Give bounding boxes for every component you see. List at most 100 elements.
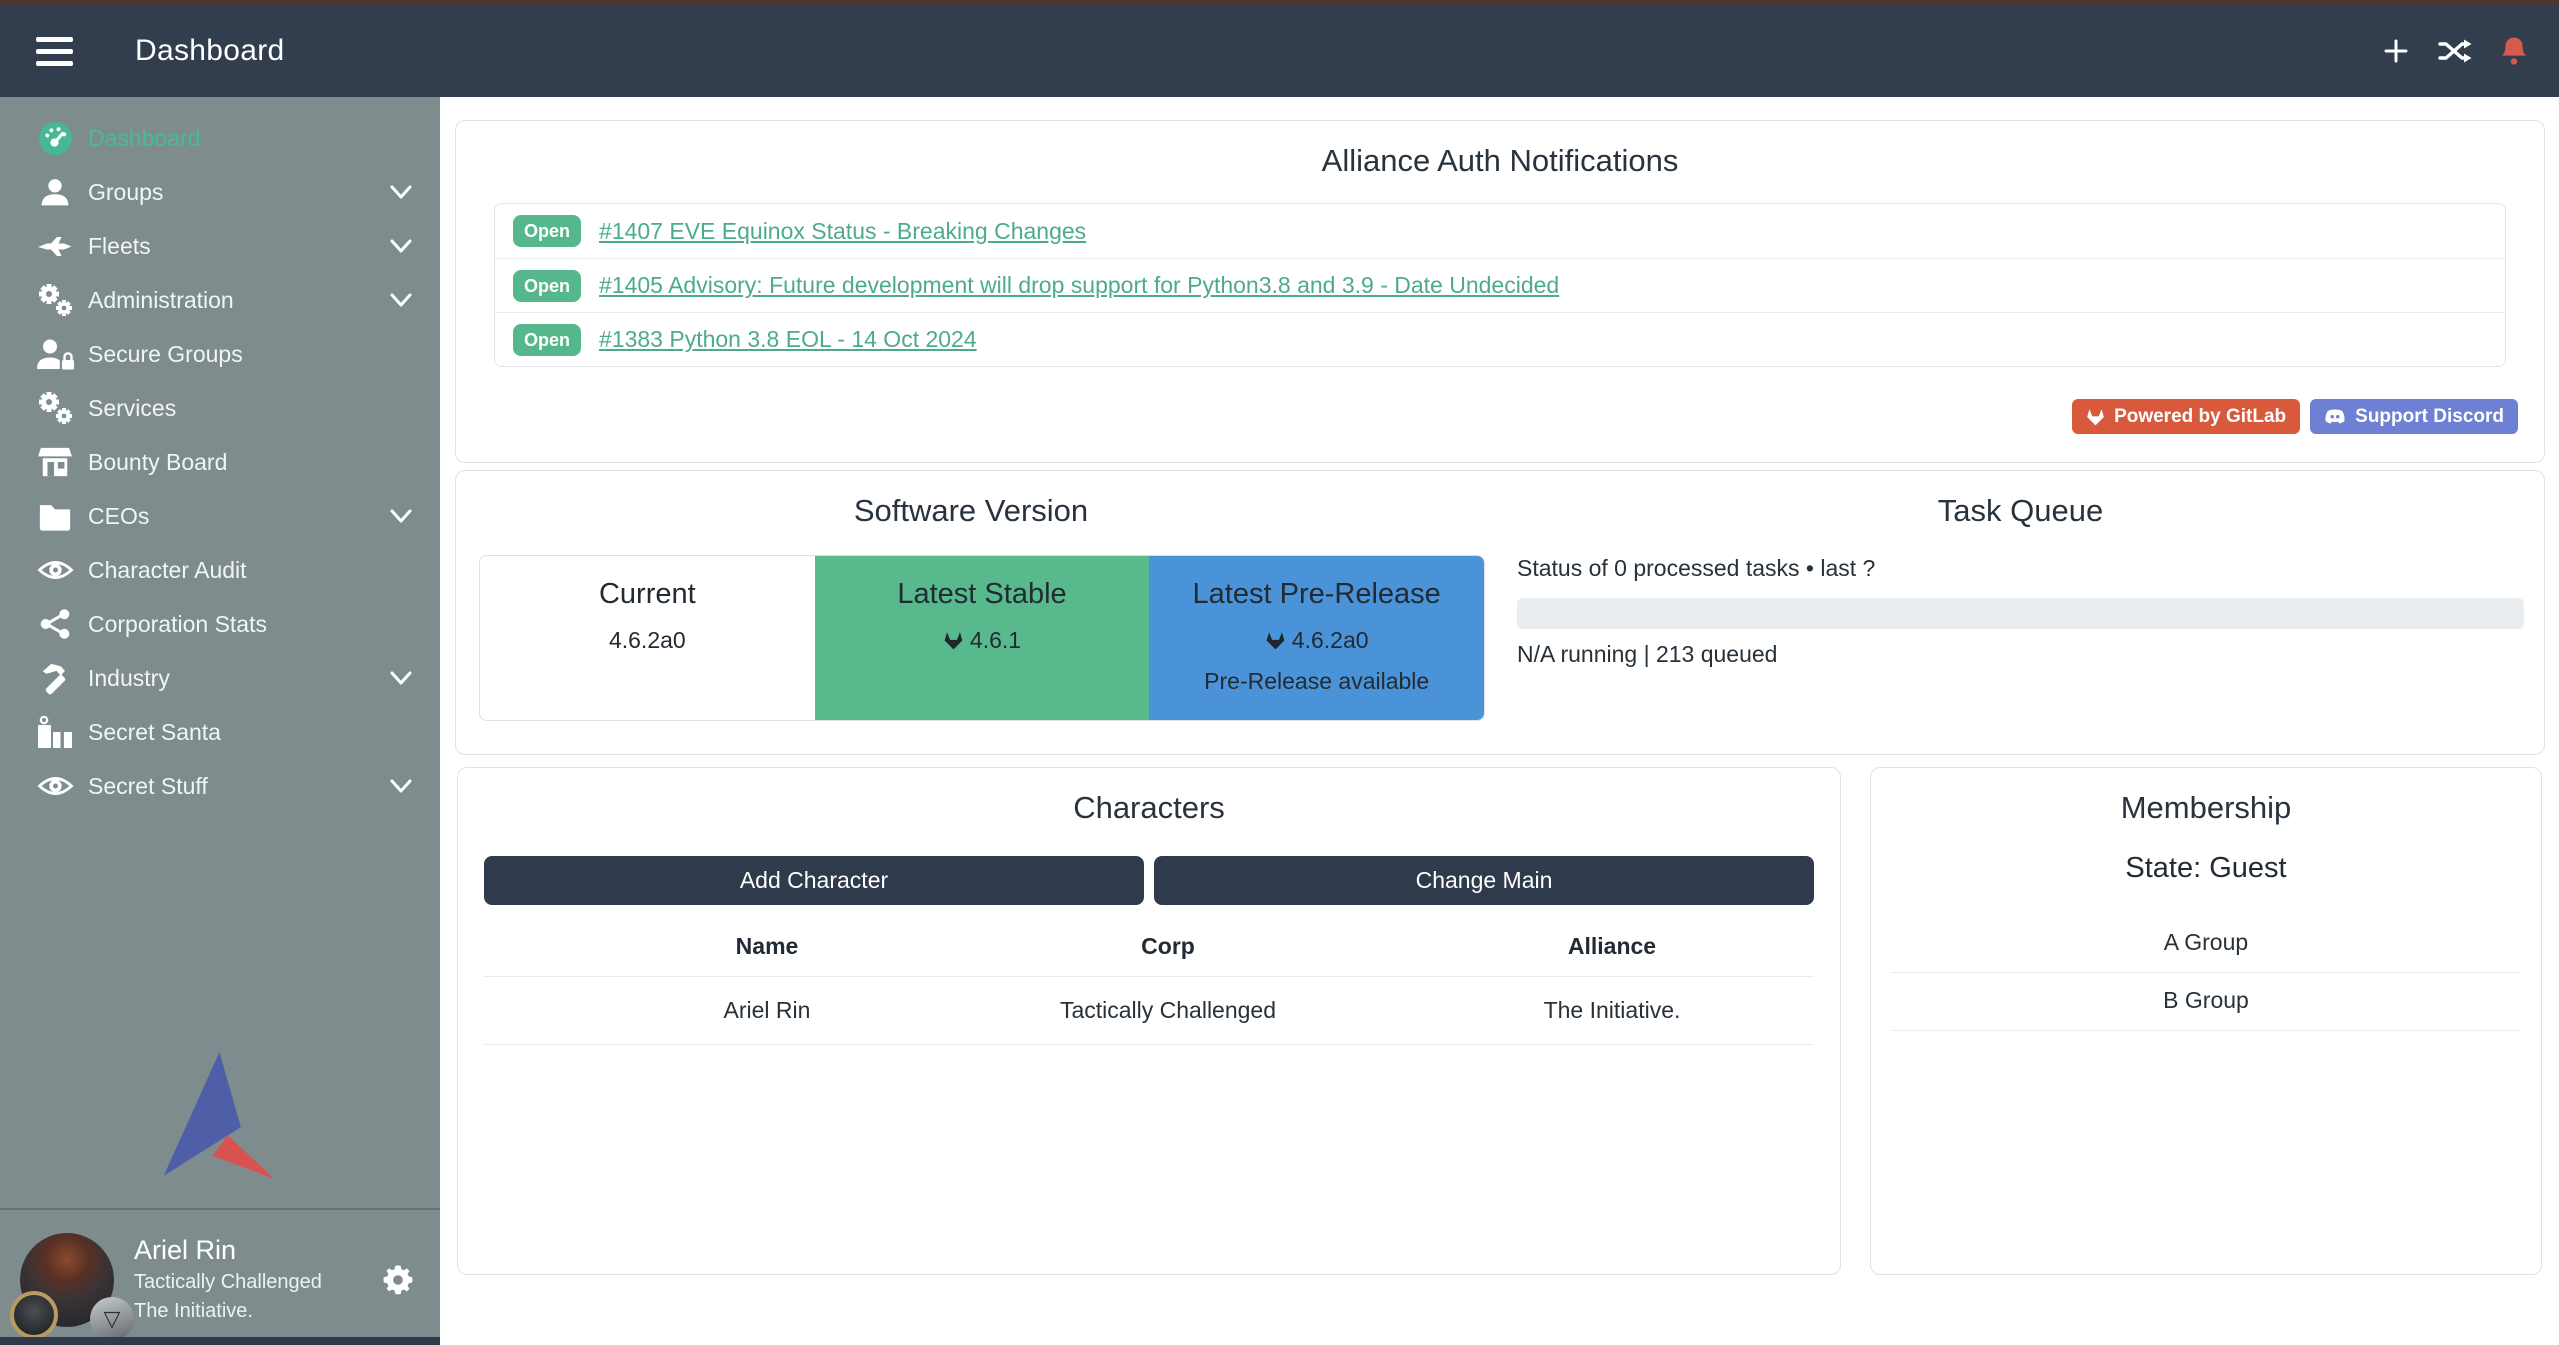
software-version-title: Software Version (456, 493, 1486, 529)
gears-icon (32, 282, 78, 318)
sidebar-item-label: Administration (88, 287, 234, 314)
version-number: 4.6.2a0 (1292, 627, 1369, 654)
gitlab-badge-label: Powered by GitLab (2114, 406, 2286, 428)
page-title: Dashboard (135, 34, 284, 68)
shuffle-icon[interactable] (2437, 36, 2473, 66)
sidebar-item-label: Corporation Stats (88, 611, 267, 638)
notifications-list: Open #1407 EVE Equinox Status - Breaking… (494, 203, 2506, 367)
sidebar-item-label: Industry (88, 665, 170, 692)
sidebar-item-label: Fleets (88, 233, 151, 260)
version-boxes: Current 4.6.2a0 Latest Stable 4.6.1 (479, 555, 1485, 721)
character-row: Ariel Rin Tactically Challenged The Init… (484, 977, 1814, 1045)
main-content: Alliance Auth Notifications Open #1407 E… (440, 97, 2559, 1345)
software-version-section: Software Version Current 4.6.2a0 Latest … (456, 471, 1486, 754)
version-prerelease: Latest Pre-Release 4.6.2a0 Pre-Release a… (1149, 556, 1484, 720)
sidebar-item-ceos[interactable]: CEOs (0, 489, 440, 543)
notification-link[interactable]: #1407 EVE Equinox Status - Breaking Chan… (599, 218, 1086, 245)
membership-panel: Membership State: Guest A Group B Group (1870, 767, 2542, 1275)
version-current: Current 4.6.2a0 (480, 556, 815, 720)
folder-icon (32, 502, 78, 531)
version-label: Latest Stable (815, 578, 1150, 611)
plus-icon[interactable] (2381, 36, 2411, 66)
top-accent-line (0, 0, 2559, 5)
status-badge: Open (513, 215, 581, 247)
task-progress-bar (1517, 598, 2524, 629)
column-header-corp: Corp (926, 933, 1410, 960)
notification-link[interactable]: #1383 Python 3.8 EOL - 14 Oct 2024 (599, 326, 977, 353)
user-name: Ariel Rin (134, 1234, 322, 1268)
character-alliance: The Initiative. (1410, 997, 1814, 1024)
character-buttons: Add Character Change Main (484, 856, 1814, 905)
sidebar-item-dashboard[interactable]: Dashboard (0, 111, 440, 165)
version-number: 4.6.1 (970, 627, 1021, 654)
notification-bell-icon[interactable] (2499, 35, 2529, 67)
user-panel: ▽ Ariel Rin Tactically Challenged The In… (0, 1223, 440, 1337)
status-badge: Open (513, 270, 581, 302)
sidebar-item-label: Secret Santa (88, 719, 221, 746)
store-icon (32, 446, 78, 478)
notification-row: Open #1383 Python 3.8 EOL - 14 Oct 2024 (495, 312, 2505, 366)
version-stable: Latest Stable 4.6.1 (815, 556, 1150, 720)
add-character-button[interactable]: Add Character (484, 856, 1144, 905)
discord-badge-button[interactable]: Support Discord (2310, 399, 2518, 434)
sidebar-bottom-strip (0, 1337, 440, 1345)
sidebar-item-fleets[interactable]: Fleets (0, 219, 440, 273)
hammer-icon (32, 661, 78, 695)
gitlab-badge-button[interactable]: Powered by GitLab (2072, 399, 2300, 434)
alliance-logo-badge: ▽ (90, 1297, 134, 1341)
user-corp: Tactically Challenged (134, 1268, 322, 1297)
column-header-name: Name (608, 933, 926, 960)
group-list-item: B Group (1891, 973, 2521, 1031)
chevron-down-icon (388, 776, 414, 796)
sidebar: Dashboard Groups Fl (0, 97, 440, 1345)
sidebar-item-administration[interactable]: Administration (0, 273, 440, 327)
sidebar-item-label: Groups (88, 179, 163, 206)
characters-table-header: Name Corp Alliance (484, 925, 1814, 977)
sidebar-item-bounty-board[interactable]: Bounty Board (0, 435, 440, 489)
sidebar-item-secret-stuff[interactable]: Secret Stuff (0, 759, 440, 813)
sidebar-item-label: Dashboard (88, 125, 201, 152)
notification-link[interactable]: #1405 Advisory: Future development will … (599, 272, 1559, 299)
corp-logo-badge (10, 1291, 58, 1339)
eye-icon (32, 771, 78, 801)
characters-table: Name Corp Alliance Ariel Rin Tactically … (484, 925, 1814, 1045)
sidebar-item-industry[interactable]: Industry (0, 651, 440, 705)
sidebar-item-label: Secure Groups (88, 341, 243, 368)
gitlab-tanuki-icon (1265, 631, 1286, 650)
task-queue-summary: N/A running | 213 queued (1517, 641, 2524, 668)
character-name: Ariel Rin (608, 997, 926, 1024)
gitlab-tanuki-icon (2086, 408, 2105, 426)
eye-icon (32, 555, 78, 585)
gitlab-tanuki-icon (943, 631, 964, 650)
characters-panel: Characters Add Character Change Main Nam… (457, 767, 1841, 1275)
discord-badge-label: Support Discord (2355, 406, 2504, 428)
footer-badges: Powered by GitLab Support Discord (2072, 399, 2518, 434)
chevron-down-icon (388, 668, 414, 688)
task-queue-status: Status of 0 processed tasks • last ? (1517, 555, 2524, 582)
sidebar-item-character-audit[interactable]: Character Audit (0, 543, 440, 597)
sidebar-divider (0, 1208, 440, 1210)
task-queue-title: Task Queue (1517, 493, 2524, 529)
sidebar-item-label: Character Audit (88, 557, 247, 584)
chevron-down-icon (388, 506, 414, 526)
sidebar-item-secure-groups[interactable]: Secure Groups (0, 327, 440, 381)
character-corp: Tactically Challenged (926, 997, 1410, 1024)
navbar-actions (2381, 35, 2529, 67)
chevron-down-icon (388, 182, 414, 202)
sidebar-item-corporation-stats[interactable]: Corporation Stats (0, 597, 440, 651)
notification-row: Open #1407 EVE Equinox Status - Breaking… (495, 204, 2505, 258)
change-main-button[interactable]: Change Main (1154, 856, 1814, 905)
settings-gear-icon[interactable] (382, 1264, 414, 1296)
status-badge: Open (513, 324, 581, 356)
chevron-down-icon (388, 236, 414, 256)
sidebar-item-services[interactable]: Services (0, 381, 440, 435)
sidebar-item-secret-santa[interactable]: Secret Santa (0, 705, 440, 759)
sidebar-item-groups[interactable]: Groups (0, 165, 440, 219)
user-lock-icon (32, 338, 78, 371)
membership-groups-list: A Group B Group (1891, 915, 2521, 1031)
menu-toggle-button[interactable] (30, 31, 79, 72)
gears-icon (32, 390, 78, 426)
gauge-icon (32, 120, 78, 157)
sidebar-item-label: Secret Stuff (88, 773, 208, 800)
membership-title: Membership (1871, 790, 2541, 826)
